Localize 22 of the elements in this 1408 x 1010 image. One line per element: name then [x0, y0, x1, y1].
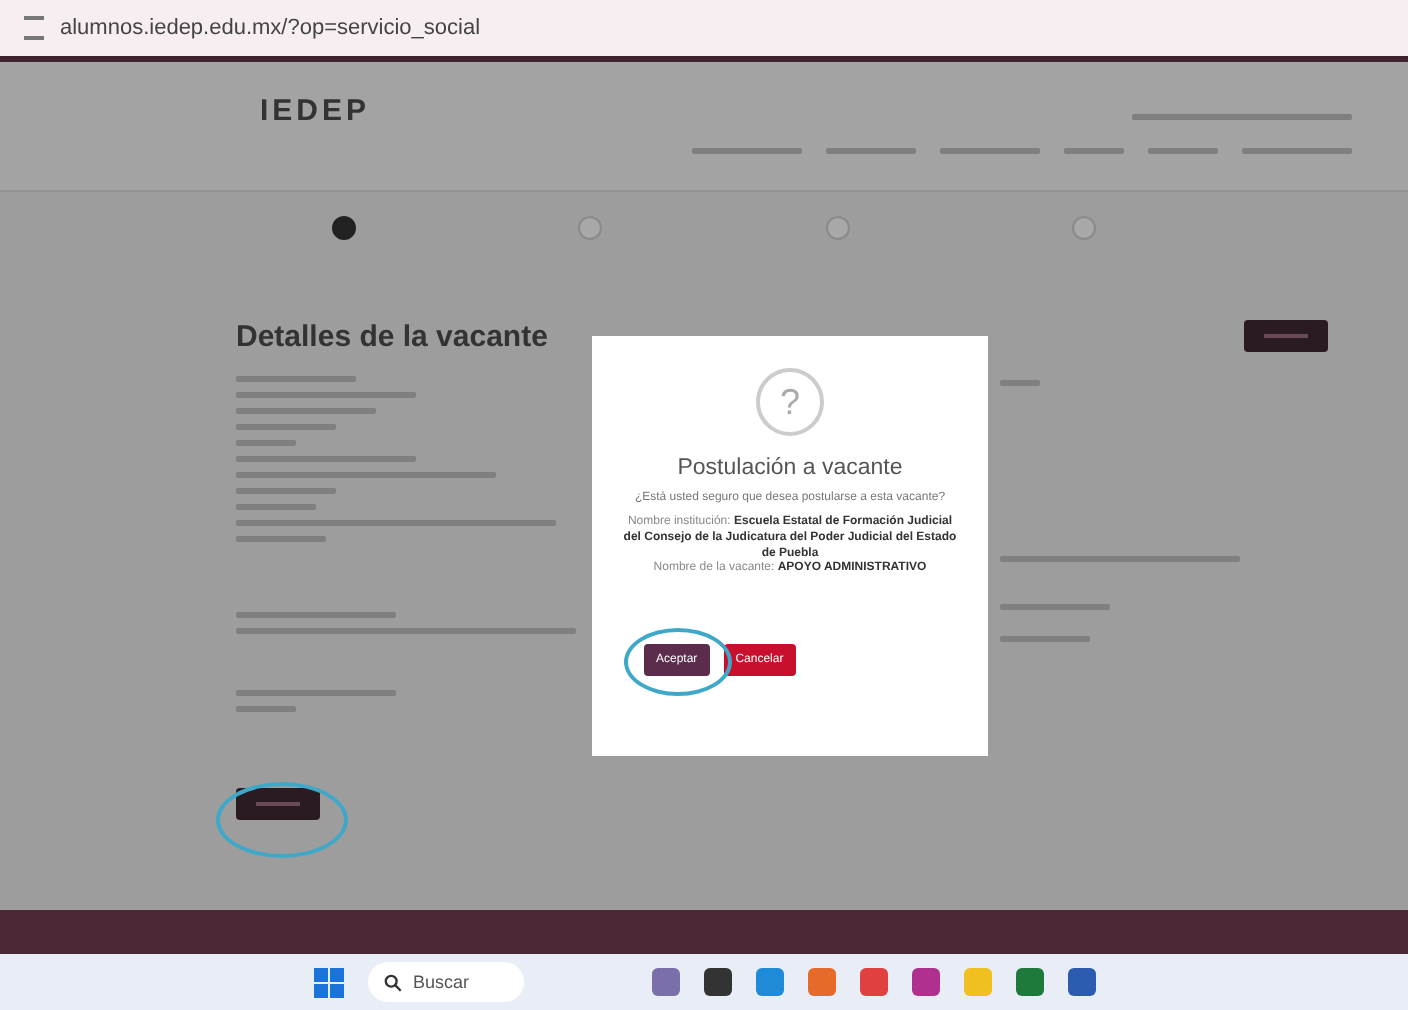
taskbar-search-field[interactable]: Buscar [367, 962, 523, 1002]
url-text[interactable]: alumnos.iedep.edu.mx/?op=servicio_social [60, 16, 481, 40]
question-icon: ? [756, 368, 824, 436]
search-icon [383, 973, 401, 991]
circle-annotation [624, 628, 732, 696]
circle-annotation [216, 782, 348, 858]
app-icon[interactable] [911, 968, 939, 996]
logo: IEDEP [260, 94, 371, 132]
dark-button[interactable] [236, 788, 320, 820]
app-icon[interactable] [1067, 968, 1095, 996]
blurred-text [1064, 148, 1124, 154]
dialog-title: Postulación a vacante [677, 456, 903, 480]
blurred-text [826, 148, 916, 154]
site-settings-icon[interactable] [24, 16, 44, 40]
blurred-text [1242, 148, 1352, 154]
page-title: Detalles de la vacante [236, 320, 550, 354]
windows-logo-icon[interactable] [313, 967, 343, 997]
blurred-text [940, 148, 1040, 154]
app-icon[interactable] [703, 968, 731, 996]
blurred-text [1148, 148, 1218, 154]
app-icon[interactable] [1015, 968, 1043, 996]
blurred-text [692, 148, 802, 154]
